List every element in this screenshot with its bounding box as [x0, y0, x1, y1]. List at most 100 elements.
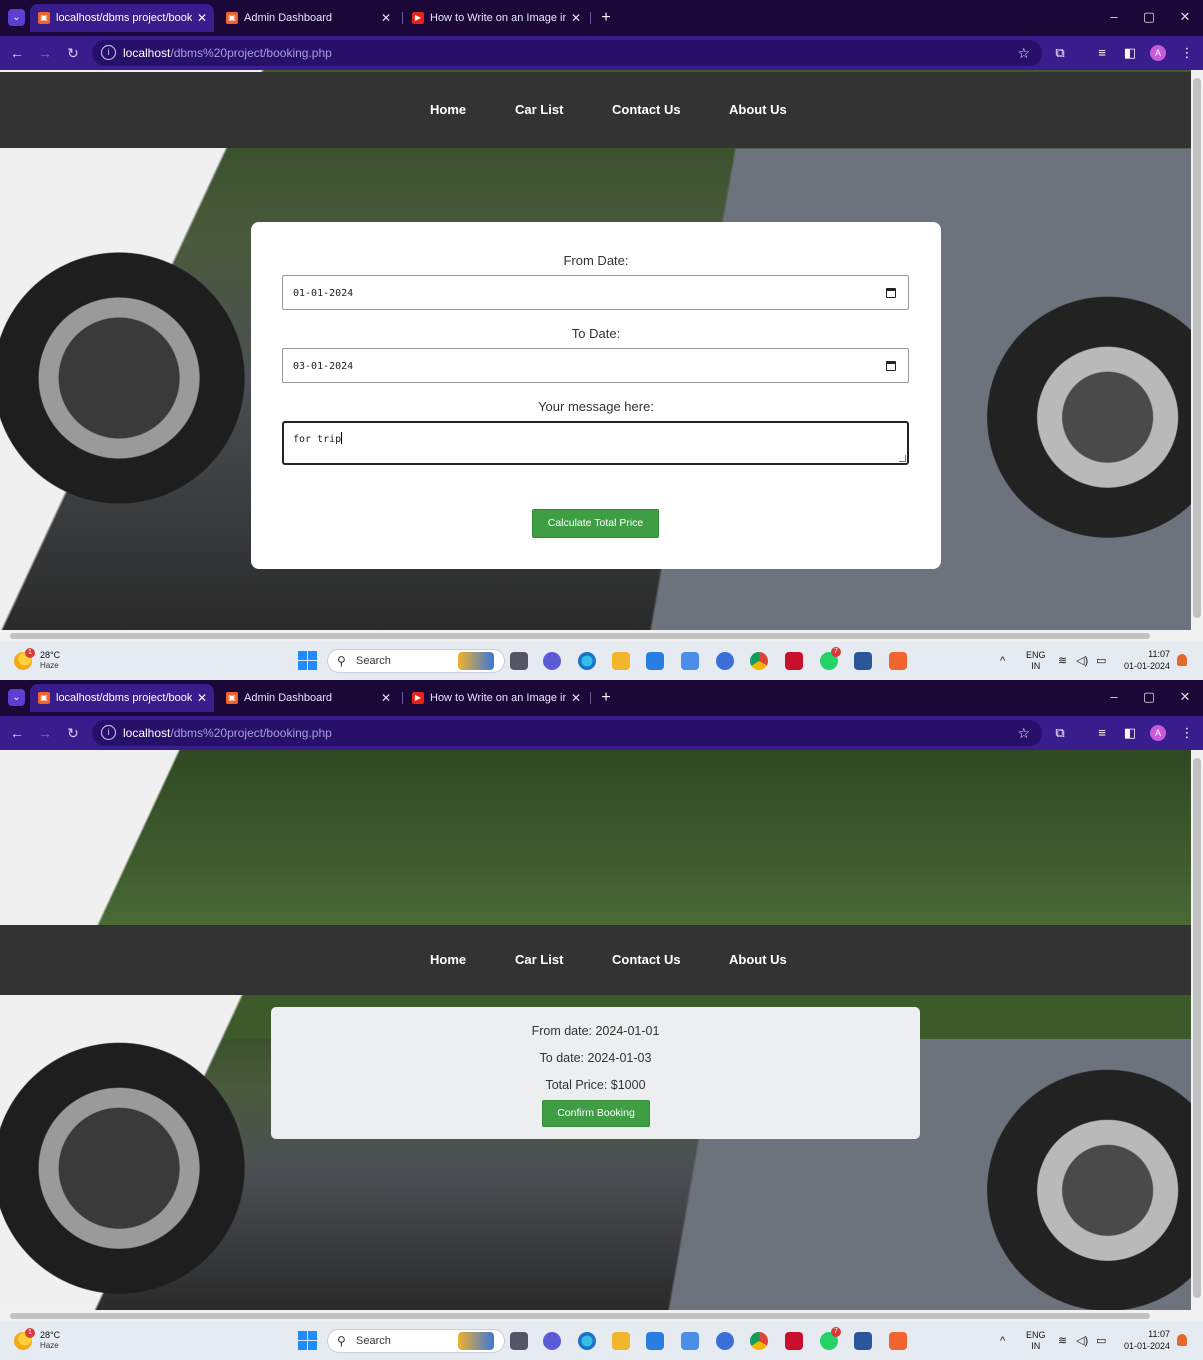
meet-icon[interactable]	[543, 652, 561, 670]
tab-admin-dashboard[interactable]: ▣ Admin Dashboard ✕	[218, 684, 398, 712]
copilot-icon[interactable]	[716, 1332, 734, 1350]
tab-youtube[interactable]: ▶ How to Write on an Image in W ✕	[404, 684, 588, 712]
chrome-icon[interactable]	[750, 1332, 768, 1350]
calculate-total-price-button[interactable]: Calculate Total Price	[532, 509, 659, 538]
window-close-icon[interactable]: ✕	[1172, 4, 1198, 30]
file-explorer-icon[interactable]	[612, 652, 630, 670]
profile-avatar[interactable]: A	[1150, 725, 1166, 741]
tab-search-chevron-icon[interactable]: ⌄	[8, 689, 25, 706]
message-textarea[interactable]: for trip	[282, 421, 909, 465]
nav-contact-us[interactable]: Contact Us	[612, 72, 681, 148]
address-bar[interactable]: i localhost/dbms%20project/booking.php ☆	[92, 720, 1042, 746]
tab-search-chevron-icon[interactable]: ⌄	[8, 9, 25, 26]
reading-list-icon[interactable]: ≡	[1092, 723, 1112, 743]
word-icon[interactable]	[854, 652, 872, 670]
browser-menu-icon[interactable]: ⋮	[1177, 723, 1197, 743]
windows-start-icon[interactable]	[298, 651, 317, 670]
tab-close-icon[interactable]: ✕	[381, 684, 391, 712]
extensions-icon[interactable]: ⧉	[1050, 43, 1070, 63]
horizontal-scrollbar[interactable]	[0, 630, 1203, 642]
nav-about-us[interactable]: About Us	[729, 925, 787, 995]
tray-chevron-icon[interactable]: ^	[1000, 1322, 1005, 1360]
minimize-icon[interactable]: –	[1101, 4, 1127, 30]
mcafee-icon[interactable]	[785, 652, 803, 670]
nav-car-list[interactable]: Car List	[515, 72, 563, 148]
battery-icon[interactable]: ▭	[1096, 1322, 1106, 1360]
calendar-icon[interactable]	[886, 288, 896, 298]
bookmark-star-icon[interactable]: ☆	[1017, 720, 1030, 746]
taskbar-search[interactable]: ⚲ Search	[327, 1329, 505, 1353]
copilot-icon[interactable]	[716, 652, 734, 670]
chrome-icon[interactable]	[750, 652, 768, 670]
forward-icon[interactable]: →	[34, 722, 56, 744]
resize-grip-icon[interactable]	[899, 455, 906, 462]
tab-close-icon[interactable]: ✕	[381, 4, 391, 32]
scrollbar-thumb[interactable]	[10, 633, 1150, 639]
from-date-input[interactable]: 01-01-2024	[282, 275, 909, 310]
tray-chevron-icon[interactable]: ^	[1000, 642, 1005, 680]
volume-icon[interactable]: ◁)	[1076, 642, 1088, 680]
mcafee-app-icon[interactable]	[681, 1332, 699, 1350]
restore-icon[interactable]: ▢	[1136, 684, 1162, 710]
extensions-icon[interactable]: ⧉	[1050, 723, 1070, 743]
word-icon[interactable]	[854, 1332, 872, 1350]
forward-icon[interactable]: →	[34, 42, 56, 64]
tab-close-icon[interactable]: ✕	[571, 684, 581, 712]
bookmark-star-icon[interactable]: ☆	[1017, 40, 1030, 66]
edge-icon[interactable]	[578, 1332, 596, 1350]
store-icon[interactable]	[646, 1332, 664, 1350]
tab-close-icon[interactable]: ✕	[571, 4, 581, 32]
window-close-icon[interactable]: ✕	[1172, 684, 1198, 710]
to-date-input[interactable]: 03-01-2024	[282, 348, 909, 383]
windows-start-icon[interactable]	[298, 1331, 317, 1350]
nav-home[interactable]: Home	[430, 72, 466, 148]
tab-close-icon[interactable]: ✕	[197, 684, 207, 712]
scrollbar-thumb[interactable]	[1193, 78, 1201, 618]
xampp-icon[interactable]	[889, 652, 907, 670]
minimize-icon[interactable]: –	[1101, 684, 1127, 710]
task-view-icon[interactable]	[510, 1332, 528, 1350]
calendar-icon[interactable]	[886, 361, 896, 371]
horizontal-scrollbar[interactable]	[0, 1310, 1203, 1322]
meet-icon[interactable]	[543, 1332, 561, 1350]
tab-booking[interactable]: ▣ localhost/dbms project/booking ✕	[30, 684, 214, 712]
site-info-icon[interactable]: i	[101, 45, 116, 60]
nav-about-us[interactable]: About Us	[729, 72, 787, 148]
language-indicator[interactable]: ENG IN	[1026, 1330, 1046, 1352]
profile-avatar[interactable]: A	[1150, 45, 1166, 61]
tab-close-icon[interactable]: ✕	[197, 4, 207, 32]
vertical-scrollbar[interactable]	[1191, 70, 1203, 630]
scrollbar-thumb[interactable]	[1193, 758, 1201, 1298]
scrollbar-thumb[interactable]	[10, 1313, 1150, 1319]
system-clock[interactable]: 11:07 01-01-2024	[1118, 648, 1170, 672]
restore-icon[interactable]: ▢	[1136, 4, 1162, 30]
wifi-icon[interactable]: ≋	[1058, 1322, 1067, 1360]
xampp-icon[interactable]	[889, 1332, 907, 1350]
notification-bell-icon[interactable]	[1177, 654, 1187, 666]
store-icon[interactable]	[646, 652, 664, 670]
language-indicator[interactable]: ENG IN	[1026, 650, 1046, 672]
nav-car-list[interactable]: Car List	[515, 925, 563, 995]
weather-widget[interactable]: 1 28°C Haze	[14, 1328, 74, 1354]
notification-bell-icon[interactable]	[1177, 1334, 1187, 1346]
reading-list-icon[interactable]: ≡	[1092, 43, 1112, 63]
taskbar-search[interactable]: ⚲ Search	[327, 649, 505, 673]
tab-youtube[interactable]: ▶ How to Write on an Image in W ✕	[404, 4, 588, 32]
tab-admin-dashboard[interactable]: ▣ Admin Dashboard ✕	[218, 4, 398, 32]
nav-contact-us[interactable]: Contact Us	[612, 925, 681, 995]
system-clock[interactable]: 11:07 01-01-2024	[1118, 1328, 1170, 1352]
task-view-icon[interactable]	[510, 652, 528, 670]
new-tab-button[interactable]: +	[596, 4, 616, 32]
wifi-icon[interactable]: ≋	[1058, 642, 1067, 680]
nav-home[interactable]: Home	[430, 925, 466, 995]
volume-icon[interactable]: ◁)	[1076, 1322, 1088, 1360]
tab-booking[interactable]: ▣ localhost/dbms project/booking ✕	[30, 4, 214, 32]
weather-widget[interactable]: 1 28°C Haze	[14, 648, 74, 674]
mcafee-app-icon[interactable]	[681, 652, 699, 670]
site-info-icon[interactable]: i	[101, 725, 116, 740]
file-explorer-icon[interactable]	[612, 1332, 630, 1350]
reload-icon[interactable]: ↻	[62, 42, 84, 64]
back-icon[interactable]: ←	[6, 42, 28, 64]
edge-icon[interactable]	[578, 652, 596, 670]
browser-menu-icon[interactable]: ⋮	[1177, 43, 1197, 63]
